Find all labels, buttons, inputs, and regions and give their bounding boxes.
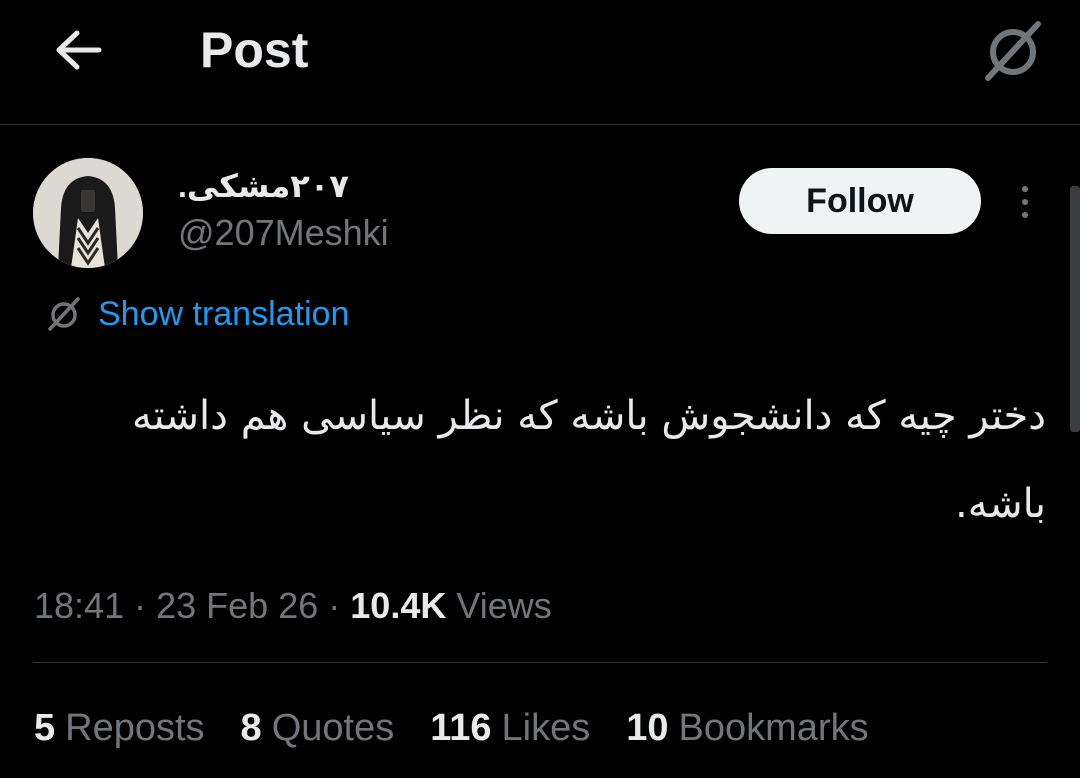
page-title: Post bbox=[200, 22, 309, 78]
show-translation-label: Show translation bbox=[98, 294, 350, 333]
post-meta: 18:41 · 23 Feb 26 · 10.4K Views bbox=[34, 584, 552, 628]
grok-icon bbox=[985, 21, 1041, 81]
post-page: Post ۲۰۷مشکی. @207Meshki Follow Show tra… bbox=[0, 0, 1080, 778]
more-vertical-icon bbox=[1022, 186, 1028, 192]
reposts-label: Reposts bbox=[65, 707, 205, 749]
author-avatar[interactable] bbox=[33, 158, 143, 268]
more-vertical-icon-dot bbox=[1022, 212, 1028, 218]
top-bar: Post bbox=[0, 0, 1080, 125]
likes-count: 116 bbox=[430, 707, 492, 749]
post-stats: 5 Reposts 8 Quotes 116 Likes 10 Bookmarks bbox=[34, 704, 869, 752]
views-count: 10.4K bbox=[350, 585, 447, 626]
views-label: Views bbox=[456, 585, 552, 626]
quotes-stat[interactable]: 8 Quotes bbox=[241, 704, 395, 752]
post-date[interactable]: 23 Feb 26 bbox=[156, 585, 318, 626]
meta-separator: · bbox=[134, 585, 147, 626]
more-options-button[interactable] bbox=[1004, 176, 1046, 228]
post-text: دختر چیه که دانشجوش باشه که نظر سیاسی هم… bbox=[132, 393, 1046, 527]
bookmarks-stat[interactable]: 10 Bookmarks bbox=[626, 704, 868, 752]
quotes-count: 8 bbox=[240, 707, 262, 749]
bookmarks-count: 10 bbox=[626, 707, 669, 749]
back-button[interactable] bbox=[46, 22, 110, 78]
follow-button[interactable]: Follow bbox=[739, 168, 981, 234]
avatar-image bbox=[33, 158, 143, 268]
show-translation-link[interactable]: Show translation bbox=[46, 292, 349, 336]
author-handle[interactable]: @207Meshki bbox=[178, 212, 389, 254]
more-vertical-icon-dot bbox=[1022, 199, 1028, 205]
grok-icon bbox=[48, 297, 80, 331]
likes-label: Likes bbox=[501, 707, 591, 749]
arrow-left-icon bbox=[56, 30, 102, 70]
meta-separator: · bbox=[328, 585, 341, 626]
reposts-count: 5 bbox=[34, 707, 56, 749]
bookmarks-label: Bookmarks bbox=[678, 707, 869, 749]
likes-stat[interactable]: 116 Likes bbox=[430, 704, 590, 752]
post-time[interactable]: 18:41 bbox=[34, 585, 124, 626]
quotes-label: Quotes bbox=[271, 707, 395, 749]
scrollbar[interactable] bbox=[1070, 186, 1080, 432]
reposts-stat[interactable]: 5 Reposts bbox=[34, 704, 205, 752]
divider bbox=[33, 662, 1047, 663]
author-display-name[interactable]: ۲۰۷مشکی. bbox=[178, 166, 349, 206]
grok-button[interactable] bbox=[978, 16, 1048, 86]
